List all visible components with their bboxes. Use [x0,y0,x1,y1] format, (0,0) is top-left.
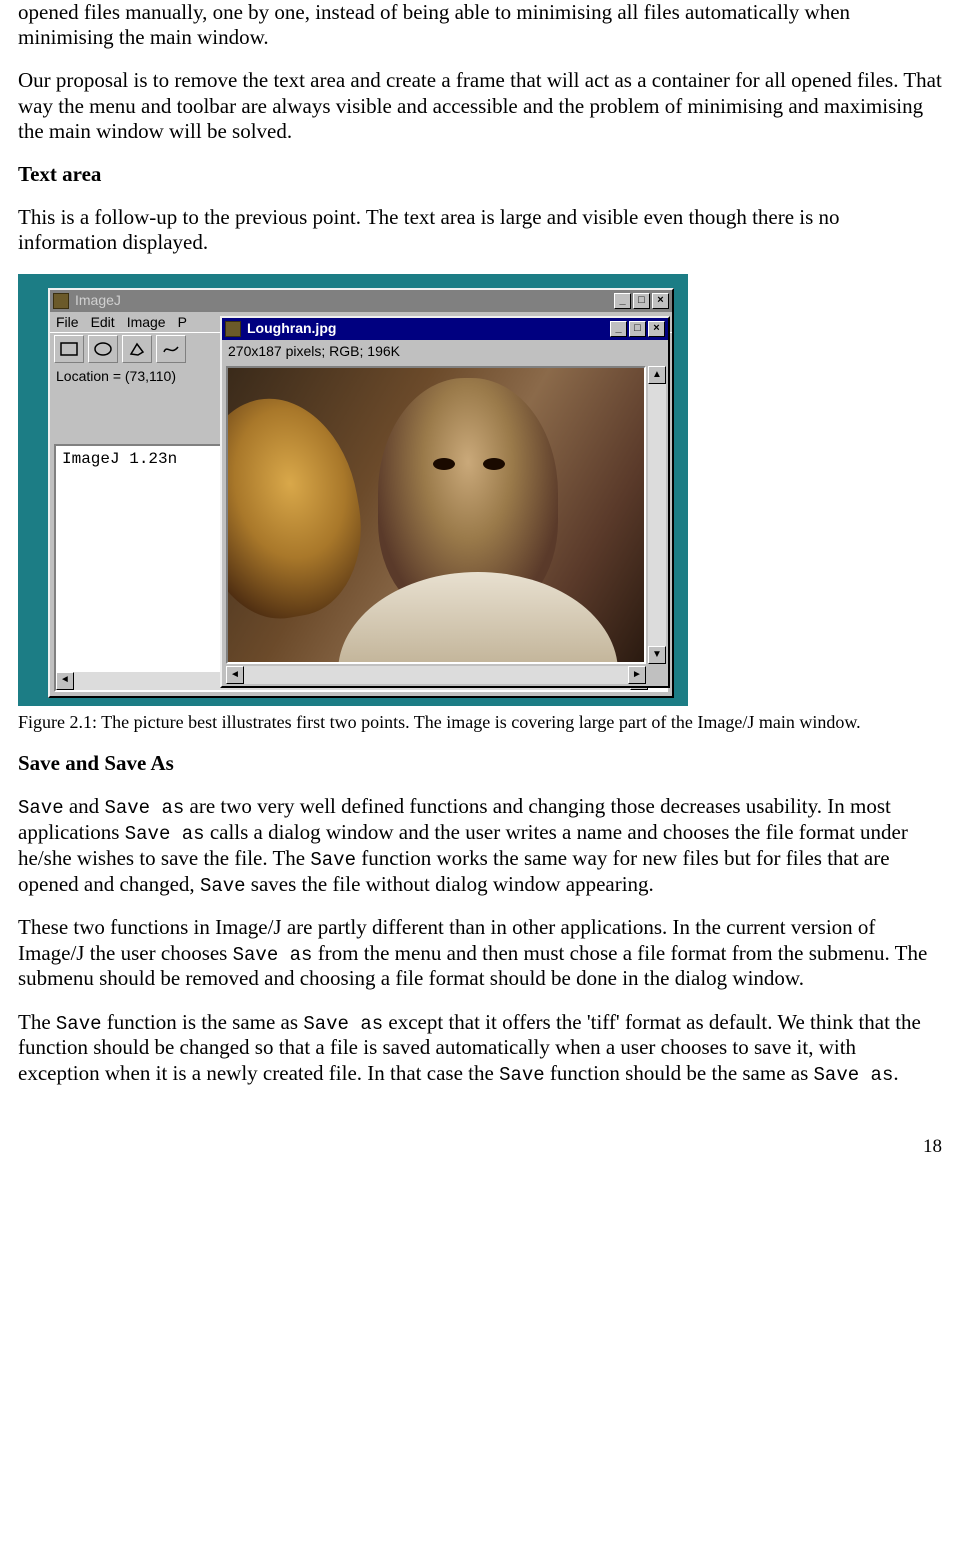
image-close-button[interactable]: × [648,321,665,337]
minimize-button[interactable]: _ [614,293,631,309]
eye-icon [433,458,455,470]
scroll-up-icon[interactable]: ▲ [648,366,666,384]
paragraph-text-area: This is a follow-up to the previous poin… [18,205,942,255]
imagej-app-icon [53,293,69,309]
image-vscrollbar[interactable]: ▲ ▼ [648,366,666,664]
tok-save-as: Save as [233,944,313,966]
scroll-down-icon[interactable]: ▼ [648,646,666,664]
image-window: Loughran.jpg _ □ × 270x187 pixels; RGB; … [220,316,670,688]
image-app-icon [225,321,241,337]
tok-save: Save [18,797,64,819]
figure-caption: Figure 2.1: The picture best illustrates… [18,712,942,734]
paragraph-proposal: Our proposal is to remove the text area … [18,68,942,144]
maximize-button[interactable]: □ [633,293,650,309]
figure-screenshot: ImageJ _ □ × File Edit Image P Location … [18,274,688,706]
tool-freehand-icon[interactable] [156,335,186,363]
scroll-left-icon[interactable]: ◄ [56,672,74,690]
image-canvas [226,366,646,664]
tool-oval-icon[interactable] [88,335,118,363]
close-button[interactable]: × [652,293,669,309]
tok-save: Save [310,849,356,871]
painted-shirt [338,572,618,664]
paragraph-save-3: The Save function is the same as Save as… [18,1010,942,1087]
image-titlebar: Loughran.jpg _ □ × [222,318,668,340]
paragraph-intro: opened files manually, one by one, inste… [18,0,942,50]
menu-file[interactable]: File [56,314,79,331]
imagej-title-label: ImageJ [71,292,614,309]
paragraph-save-1: Save and Save as are two very well defin… [18,794,942,897]
imagej-titlebar: ImageJ _ □ × [50,290,672,312]
page-number: 18 [18,1136,942,1159]
tool-rect-icon[interactable] [54,335,84,363]
heading-save-saveas: Save and Save As [18,751,942,776]
tok-save: Save [56,1013,102,1035]
scroll-left-icon[interactable]: ◄ [226,666,244,684]
tool-polygon-icon[interactable] [122,335,152,363]
tok-save: Save [200,875,246,897]
tok-save-as: Save as [125,823,205,845]
eye-icon [483,458,505,470]
paragraph-save-2: These two functions in Image/J are partl… [18,915,942,991]
image-info-label: 270x187 pixels; RGB; 196K [222,340,668,363]
image-minimize-button[interactable]: _ [610,321,627,337]
tok-save-as: Save as [104,797,184,819]
painted-face-left [226,385,376,629]
textarea-content: ImageJ 1.23n [62,450,177,468]
tok-save: Save [499,1064,545,1086]
scroll-right-icon[interactable]: ► [628,666,646,684]
tok-save-as: Save as [814,1064,894,1086]
tok-save-as: Save as [303,1013,383,1035]
image-title-label: Loughran.jpg [243,320,610,337]
image-hscrollbar[interactable]: ◄ ► [226,666,646,684]
image-maximize-button[interactable]: □ [629,321,646,337]
menu-edit[interactable]: Edit [91,314,115,331]
imagej-main-window: ImageJ _ □ × File Edit Image P Location … [48,288,674,698]
menu-image[interactable]: Image [127,314,166,331]
menu-truncated[interactable]: P [178,314,187,331]
heading-text-area: Text area [18,162,942,187]
